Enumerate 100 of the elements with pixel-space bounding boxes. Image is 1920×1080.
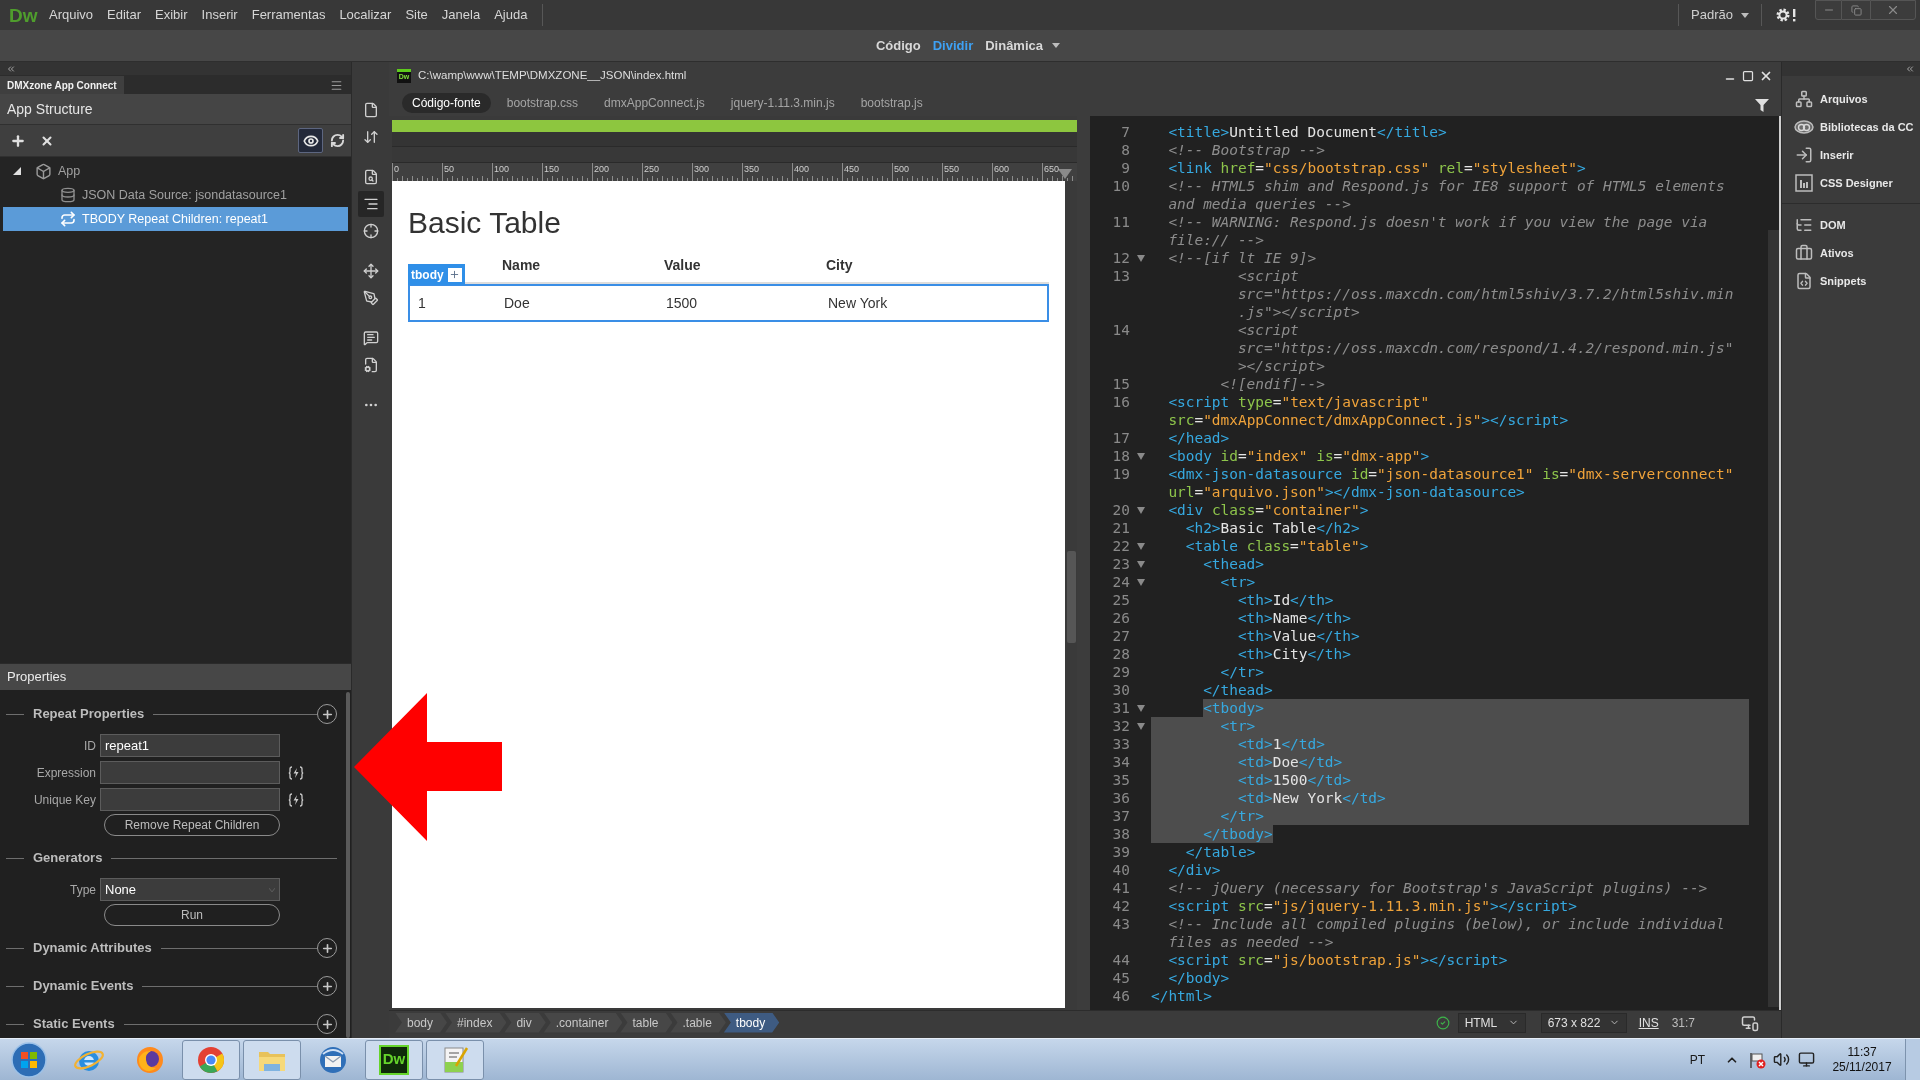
menu-item[interactable]: Inserir xyxy=(194,0,245,30)
taskbar-button[interactable]: Dw xyxy=(365,1039,423,1080)
tree-item[interactable]: App xyxy=(3,159,348,183)
fold-triangle-icon[interactable] xyxy=(1136,542,1145,550)
file-tab[interactable]: jquery-1.11.3.min.js xyxy=(720,93,845,113)
text-field[interactable] xyxy=(100,788,280,811)
taskbar-button[interactable] xyxy=(182,1039,240,1080)
line-number: 19 xyxy=(1111,465,1130,483)
add-button[interactable] xyxy=(317,938,337,958)
file-tab[interactable]: Código-fonte xyxy=(402,93,491,113)
panel-button[interactable]: Ativos xyxy=(1782,239,1920,267)
tag-crumb[interactable]: body xyxy=(395,1012,448,1033)
menu-item[interactable]: Site xyxy=(398,0,435,30)
menu-item[interactable]: Editar xyxy=(100,0,149,30)
viewport-dropdown[interactable]: 673 x 822 xyxy=(1540,1012,1627,1033)
insert-mode[interactable]: INS xyxy=(1638,1013,1659,1032)
panel-button[interactable]: Snippets xyxy=(1782,267,1920,295)
tag-crumb[interactable]: #index xyxy=(445,1012,507,1033)
add-button[interactable] xyxy=(317,704,337,724)
language-dropdown[interactable]: HTML xyxy=(1457,1012,1526,1033)
menu-item[interactable]: Localizar xyxy=(332,0,399,30)
close-icon xyxy=(1886,3,1900,17)
braces-bolt-icon[interactable] xyxy=(288,765,304,780)
text-field[interactable]: repeat1 xyxy=(100,734,280,757)
fold-triangle-icon[interactable] xyxy=(1136,722,1145,730)
add-button[interactable] xyxy=(317,976,337,996)
code-line: <script src="https://oss.maxcdn.com/html5shiv/3.7.2/html5shiv.min .js"></script> xyxy=(1237,267,1734,321)
section-title[interactable]: Dynamic Attributes xyxy=(24,938,161,958)
menu-item[interactable]: Janela xyxy=(434,0,488,30)
dropdown-field[interactable]: None xyxy=(100,878,280,901)
preview-toggle[interactable] xyxy=(298,128,323,153)
pen-icon xyxy=(362,290,379,306)
add-button[interactable] xyxy=(317,1014,337,1034)
panel-button[interactable]: DOM xyxy=(1782,211,1920,239)
refresh-icon[interactable] xyxy=(330,133,345,148)
clock-date[interactable]: 25/11/2017 xyxy=(1832,1059,1892,1075)
menu-item[interactable]: Ajuda xyxy=(487,0,535,30)
tag-crumb[interactable]: .container xyxy=(543,1012,623,1033)
device-preview-icon[interactable] xyxy=(1741,1013,1759,1032)
panel-button[interactable]: Bibliotecas da CC xyxy=(1782,113,1920,141)
code-line: </html> xyxy=(1151,987,1212,1005)
braces-bolt-icon[interactable] xyxy=(288,792,304,807)
flag-error-icon[interactable] xyxy=(1748,1050,1766,1069)
fold-triangle-icon[interactable] xyxy=(1136,578,1145,586)
filter-icon[interactable] xyxy=(1755,98,1769,112)
clock-time[interactable]: 11:37 xyxy=(1847,1044,1877,1060)
table-row[interactable]: 1 Doe 1500 New York xyxy=(408,284,1049,322)
language-indicator[interactable]: PT xyxy=(1689,1050,1705,1069)
tool-button[interactable] xyxy=(357,191,384,217)
menu-item[interactable]: Arquivo xyxy=(42,0,101,30)
maximize-icon[interactable] xyxy=(1742,70,1754,82)
file-tab[interactable]: bootstrap.css xyxy=(496,93,589,113)
gear-warning-icon[interactable] xyxy=(1775,7,1797,23)
section-title[interactable]: Repeat Properties xyxy=(24,704,154,724)
menu-item[interactable]: Exibir xyxy=(148,0,195,30)
collapse-icon[interactable] xyxy=(6,63,16,74)
menu-icon[interactable] xyxy=(330,79,343,92)
scrollbar[interactable] xyxy=(1066,551,1076,643)
speaker-icon[interactable] xyxy=(1773,1051,1790,1068)
panel-tab[interactable]: DMXzone App Connect xyxy=(0,76,124,94)
taskbar-button[interactable] xyxy=(426,1039,484,1080)
fold-triangle-icon[interactable] xyxy=(1136,506,1145,514)
scrollbar[interactable] xyxy=(346,692,350,1038)
fold-triangle-icon[interactable] xyxy=(1136,254,1145,262)
add-button[interactable] xyxy=(447,267,462,282)
code-line: <script type="text/javascript" src="dmxAppConnect/dmxAppConnect.js"></script> xyxy=(1168,393,1569,429)
tag-crumb[interactable]: tbody xyxy=(723,1012,780,1033)
expand-triangle-icon[interactable] xyxy=(13,167,21,175)
section-title[interactable]: Generators xyxy=(24,848,112,868)
section-title[interactable]: Static Events xyxy=(24,1014,124,1034)
menu-item[interactable]: Ferramentas xyxy=(244,0,333,30)
view-mode-tab[interactable]: Código xyxy=(875,35,921,56)
tag-crumb[interactable]: div xyxy=(504,1012,546,1033)
file-tab[interactable]: bootstrap.js xyxy=(850,93,933,113)
workspace-dropdown[interactable]: Padrão xyxy=(1679,0,1761,30)
line-number: 18 xyxy=(1111,447,1130,465)
line-number: 35 xyxy=(1111,771,1130,789)
tree-item[interactable]: JSON Data Source: jsondatasource1 xyxy=(3,183,348,207)
view-mode-tab[interactable]: Dinâmica xyxy=(985,35,1060,56)
monitor-icon[interactable] xyxy=(1798,1051,1815,1068)
fold-triangle-icon[interactable] xyxy=(1136,560,1145,568)
breakpoint-track[interactable] xyxy=(392,132,1077,163)
tag-crumb[interactable]: .table xyxy=(670,1012,726,1033)
delete-icon[interactable] xyxy=(40,133,54,148)
fold-triangle-icon[interactable] xyxy=(1136,452,1145,460)
collapse-icon[interactable] xyxy=(1905,64,1915,74)
fold-triangle-icon[interactable] xyxy=(1136,704,1145,712)
text-field[interactable] xyxy=(100,761,280,784)
line-number: 7 xyxy=(1120,123,1130,141)
plus-icon[interactable] xyxy=(10,132,26,149)
close-icon[interactable] xyxy=(1759,69,1773,83)
field-label: Unique Key xyxy=(32,791,97,809)
line-number: 43 xyxy=(1111,915,1130,933)
file-tab[interactable]: dmxAppConnect.js xyxy=(594,93,715,113)
tag-crumb[interactable]: table xyxy=(620,1012,673,1033)
panel-button[interactable]: CSS Designer xyxy=(1782,169,1920,197)
scrollbar[interactable] xyxy=(1768,116,1781,1010)
section-title[interactable]: Dynamic Events xyxy=(24,976,143,996)
panel-button[interactable]: Inserir xyxy=(1782,141,1920,169)
panel-button[interactable]: Arquivos xyxy=(1782,85,1920,113)
